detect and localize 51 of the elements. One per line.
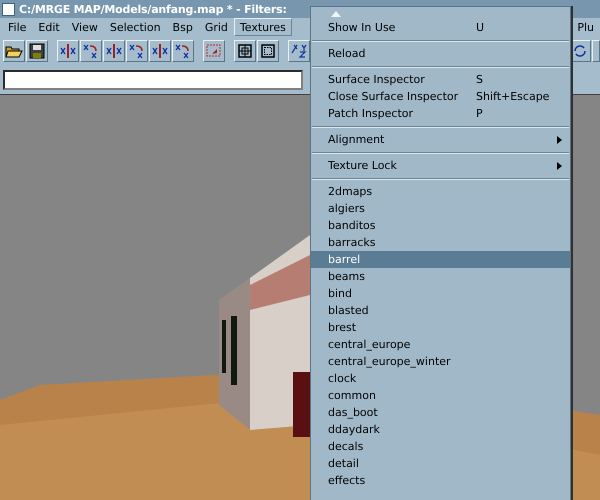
menu-bar-item[interactable]: View [66,18,104,36]
menu-item[interactable]: Patch Inspector P [311,105,570,122]
grid-icon[interactable] [234,40,256,62]
menu-item[interactable]: Texture Lock [311,157,570,174]
menu-item[interactable]: common [311,387,570,404]
menu-item[interactable]: ddaydark [311,421,570,438]
flip-axis-icon[interactable] [57,40,79,62]
menu-item[interactable]: clock [311,370,570,387]
menu-item[interactable]: effects [311,472,570,489]
menu-item[interactable]: barrel [311,251,570,268]
rotate-axis-icon[interactable] [172,40,194,62]
menu-item[interactable]: central_europe_winter [311,353,570,370]
open-folder-icon[interactable] [3,40,25,62]
flip-axis-icon[interactable] [149,40,171,62]
menu-bar-item[interactable]: Grid [198,18,234,36]
menu-item[interactable]: beams [311,268,570,285]
menu-item[interactable]: Alignment [311,131,570,148]
menu-item[interactable]: blasted [311,302,570,319]
menu-item[interactable]: Reload [311,45,570,62]
selection-icon[interactable] [203,40,225,62]
window-icon [2,2,15,16]
submenu-arrow-icon [557,136,562,144]
menu-bar-item[interactable]: File [2,18,32,36]
window-title: C:/MRGE MAP/Models/anfang.map * - Filters: [19,2,287,16]
axes-icon[interactable] [288,40,310,62]
menu-item[interactable]: das_boot [311,404,570,421]
submenu-arrow-icon [557,162,562,170]
menu-item[interactable]: Show In Use U [311,19,570,36]
command-field[interactable] [3,70,303,90]
menu-bar-item[interactable]: Plu [571,18,600,36]
frame-icon[interactable] [257,40,279,62]
menu-item[interactable]: detail [311,455,570,472]
flip-axis-icon[interactable] [103,40,125,62]
rotate-axis-icon[interactable] [80,40,102,62]
menu-item[interactable]: Surface Inspector S [311,71,570,88]
menu-item[interactable]: central_europe [311,336,570,353]
menu-item[interactable]: decals [311,438,570,455]
menu-bar-item[interactable]: Selection [104,18,167,36]
menu-item[interactable]: bind [311,285,570,302]
menu-bar-item[interactable]: Edit [32,18,66,36]
toolbar-icon[interactable] [592,40,600,62]
save-icon[interactable] [26,40,48,62]
rotate-axis-icon[interactable] [126,40,148,62]
menu-item[interactable]: barracks [311,234,570,251]
menu-item[interactable]: algiers [311,200,570,217]
menu-item[interactable]: 2dmaps [311,183,570,200]
menu-bar-item[interactable]: Bsp [166,18,199,36]
menu-bar-item[interactable]: Textures [234,18,292,36]
menu-item[interactable]: brest [311,319,570,336]
menu-item[interactable]: Close Surface Inspector Shift+Escape [311,88,570,105]
menu-item[interactable]: banditos [311,217,570,234]
